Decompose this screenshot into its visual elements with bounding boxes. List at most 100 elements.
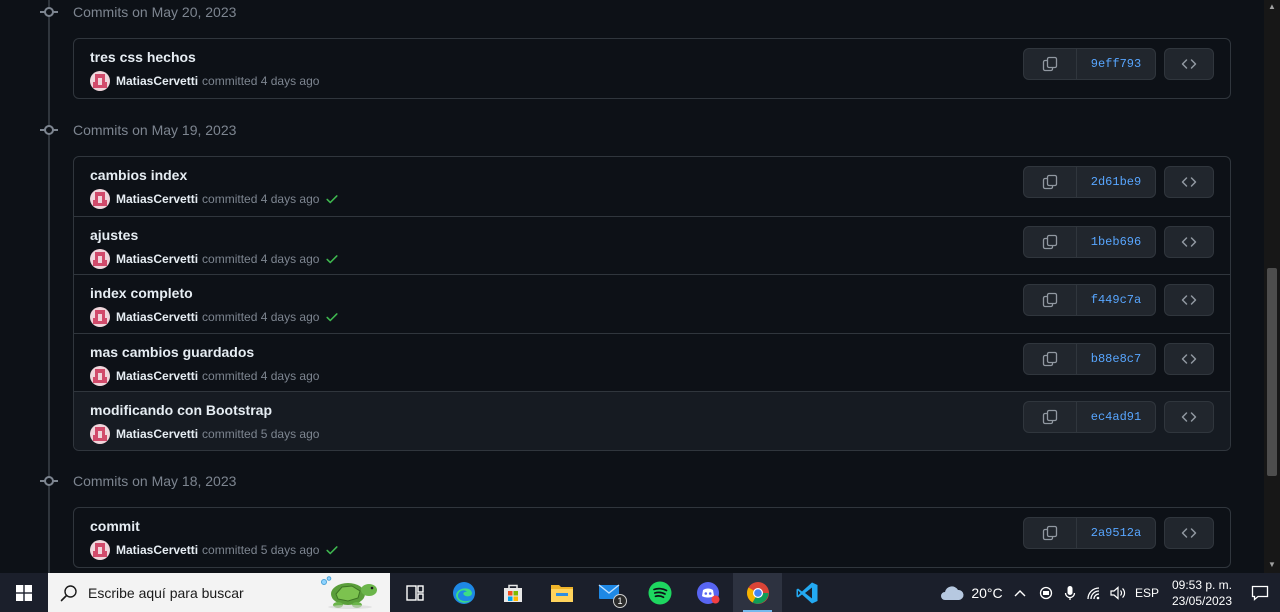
commit-meta: MatiasCervetti committed 5 days ago: [90, 424, 319, 444]
copy-sha-button[interactable]: [1024, 402, 1077, 432]
copy-icon: [1042, 234, 1058, 249]
wifi-icon: [1087, 586, 1100, 599]
commit-sha-link[interactable]: 2d61be9: [1077, 167, 1155, 197]
file-explorer-button[interactable]: [537, 573, 586, 612]
commit-title-link[interactable]: index completo: [90, 285, 193, 301]
avatar[interactable]: [90, 424, 110, 444]
check-icon[interactable]: [325, 543, 339, 557]
author-link[interactable]: MatiasCervetti: [116, 192, 198, 206]
copy-sha-button[interactable]: [1024, 49, 1077, 79]
speaker-icon: [1110, 585, 1126, 600]
commit-row: index completo MatiasCervetti committed …: [74, 274, 1230, 333]
avatar[interactable]: [90, 540, 110, 560]
spotify-button[interactable]: [635, 573, 684, 612]
git-commit-icon: [40, 472, 58, 490]
group-header: Commits on May 20, 2023: [40, 2, 236, 22]
commit-sha-link[interactable]: 1beb696: [1077, 227, 1155, 257]
check-icon[interactable]: [325, 252, 339, 266]
commit-meta: MatiasCervetti committed 4 days ago: [90, 248, 339, 269]
check-icon[interactable]: [325, 310, 339, 324]
discord-button[interactable]: [684, 573, 733, 612]
author-link[interactable]: MatiasCervetti: [116, 427, 198, 441]
scroll-down-arrow-icon[interactable]: ▼: [1267, 560, 1277, 570]
store-button[interactable]: [488, 573, 537, 612]
author-link[interactable]: MatiasCervetti: [116, 74, 198, 88]
commit-meta: MatiasCervetti committed 5 days ago: [90, 540, 339, 560]
git-commit-icon: [40, 121, 58, 139]
language-indicator[interactable]: ESP: [1130, 573, 1164, 612]
turtle-illustration-icon: [321, 576, 377, 609]
commit-title-link[interactable]: tres css hechos: [90, 49, 196, 65]
group-header: Commits on May 18, 2023: [40, 471, 236, 491]
clock[interactable]: 09:53 p. m. 23/05/2023: [1164, 573, 1240, 612]
task-view-button[interactable]: [390, 573, 439, 612]
avatar[interactable]: [90, 189, 110, 209]
check-icon[interactable]: [325, 192, 339, 206]
mail-button[interactable]: 1: [586, 573, 635, 612]
commit-row: ajustes MatiasCervetti committed 4 days …: [74, 215, 1230, 275]
avatar[interactable]: [90, 365, 110, 386]
commit-title-link[interactable]: cambios index: [90, 167, 187, 183]
author-link[interactable]: MatiasCervetti: [116, 543, 198, 557]
vertical-scrollbar[interactable]: ▲ ▼: [1264, 0, 1280, 573]
browse-repo-button[interactable]: [1164, 284, 1214, 316]
commit-time: committed 4 days ago: [202, 310, 320, 324]
copy-sha-button[interactable]: [1024, 285, 1077, 315]
network-button[interactable]: [1082, 573, 1106, 612]
commits-page: Commits on May 20, 2023 tres css hechos …: [0, 0, 1264, 573]
weather-widget[interactable]: 20°C: [936, 573, 1006, 612]
chrome-icon: [746, 581, 769, 604]
author-link[interactable]: MatiasCervetti: [116, 252, 198, 266]
chrome-button[interactable]: [733, 573, 782, 612]
commit-title-link[interactable]: ajustes: [90, 227, 138, 243]
copy-sha-button[interactable]: [1024, 343, 1077, 374]
taskbar-search-box[interactable]: Escribe aquí para buscar: [48, 573, 390, 612]
browse-repo-button[interactable]: [1164, 225, 1214, 258]
copy-sha-button[interactable]: [1024, 167, 1077, 197]
author-link[interactable]: MatiasCervetti: [116, 310, 198, 324]
scroll-thumb[interactable]: [1267, 268, 1277, 476]
commit-sha-link[interactable]: b88e8c7: [1077, 344, 1155, 374]
copy-sha-button[interactable]: [1024, 518, 1077, 548]
edge-button[interactable]: [439, 573, 488, 612]
code-icon: [1181, 528, 1197, 538]
commit-sha-link[interactable]: 9eff793: [1077, 49, 1155, 79]
copy-icon: [1042, 56, 1058, 72]
commit-sha-link[interactable]: ec4ad91: [1077, 402, 1155, 432]
vscode-button[interactable]: [782, 573, 831, 612]
show-hidden-icons-button[interactable]: [1006, 573, 1034, 612]
commit-title-link[interactable]: mas cambios guardados: [90, 344, 254, 360]
notifications-button[interactable]: [1240, 573, 1280, 612]
copy-sha-button[interactable]: [1024, 226, 1077, 257]
browse-repo-button[interactable]: [1164, 48, 1214, 80]
avatar[interactable]: [90, 248, 110, 269]
code-icon: [1181, 412, 1197, 422]
browse-repo-button[interactable]: [1164, 342, 1214, 375]
commit-actions: f449c7a: [1023, 284, 1156, 316]
windows-logo-icon: [16, 584, 32, 601]
commit-sha-link[interactable]: f449c7a: [1077, 285, 1155, 315]
commit-title-link[interactable]: commit: [90, 518, 140, 534]
clock-date: 23/05/2023: [1171, 593, 1233, 608]
commit-actions: 1beb696: [1023, 225, 1156, 258]
scroll-up-arrow-icon[interactable]: ▲: [1267, 2, 1277, 12]
group-date-label: Commits on May 19, 2023: [73, 122, 237, 138]
copy-icon: [1042, 174, 1058, 190]
commit-title-link[interactable]: modificando con Bootstrap: [90, 402, 272, 418]
avatar[interactable]: [90, 71, 110, 91]
author-link[interactable]: MatiasCervetti: [116, 369, 198, 383]
browse-repo-button[interactable]: [1164, 166, 1214, 198]
commit-sha-link[interactable]: 2a9512a: [1077, 518, 1155, 548]
clock-time: 09:53 p. m.: [1171, 577, 1233, 592]
copy-icon: [1042, 409, 1058, 425]
start-button[interactable]: [0, 573, 48, 612]
meet-now-button[interactable]: [1034, 573, 1058, 612]
microphone-icon: [1064, 585, 1076, 600]
avatar[interactable]: [90, 307, 110, 327]
commit-actions: 2d61be9: [1023, 166, 1156, 198]
browse-repo-button[interactable]: [1164, 517, 1214, 549]
microphone-button[interactable]: [1058, 573, 1082, 612]
volume-button[interactable]: [1106, 573, 1130, 612]
browse-repo-button[interactable]: [1164, 401, 1214, 433]
copy-icon: [1042, 351, 1058, 366]
